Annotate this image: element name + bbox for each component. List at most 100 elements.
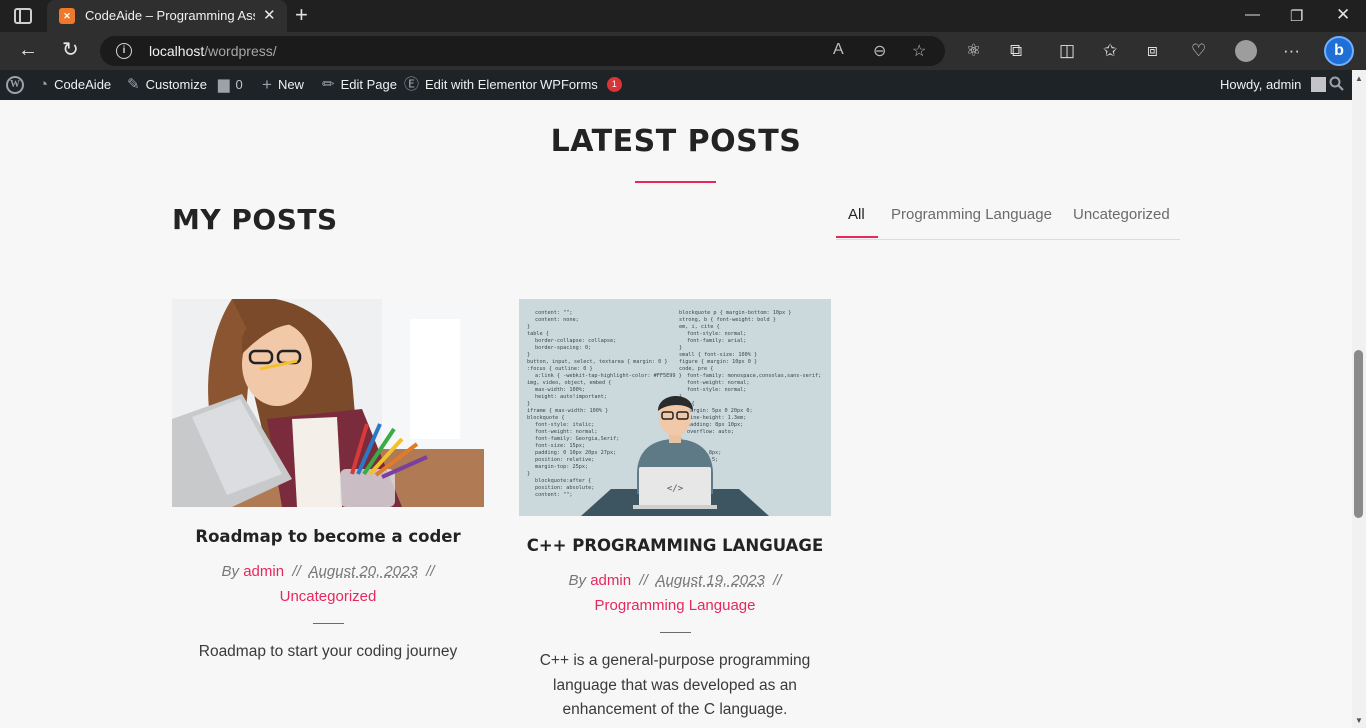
edit-elementor-label: Edit with Elementor — [425, 77, 538, 92]
read-aloud-icon[interactable]: A — [833, 41, 844, 59]
adminbar-edit-elementor[interactable]: Ⓔ Edit with Elementor — [404, 77, 537, 92]
code-line: table { — [527, 331, 549, 337]
post-meta: By admin // August 19, 2023 // Programmi… — [519, 569, 831, 618]
category-link[interactable]: Uncategorized — [172, 585, 484, 609]
post-title[interactable]: C++ PROGRAMMING LANGUAGE — [519, 536, 831, 555]
user-avatar-icon — [1311, 77, 1327, 92]
pencil-icon: ✏ — [322, 76, 335, 93]
adminbar-new[interactable]: + New — [262, 75, 304, 94]
browser-tab[interactable]: ✕ CodeAide – Programming Assista ✕ — [47, 0, 287, 32]
split-screen-icon[interactable]: ◫ — [1059, 41, 1075, 61]
post-filter-tabs: All Programming Language Uncategorized — [836, 198, 1180, 240]
scroll-down-icon[interactable]: ▼ — [1355, 716, 1363, 725]
window-close-icon[interactable]: ✕ — [1336, 5, 1350, 25]
adminbar-site-name[interactable]: ◔ CodeAide — [39, 77, 111, 92]
extensions-puzzle-icon[interactable]: ⧉ — [1010, 41, 1022, 61]
browser-essentials-icon[interactable]: ♡ — [1191, 41, 1206, 61]
code-line: overflow: auto; — [687, 429, 734, 435]
tab-close-icon[interactable]: ✕ — [263, 6, 276, 24]
code-line: padding: 8px 10px; — [687, 422, 743, 428]
profile-avatar-icon[interactable] — [1235, 40, 1257, 62]
howdy-label: Howdy, admin — [1220, 77, 1302, 92]
meta-separator: // — [639, 572, 648, 589]
meta-separator: // — [292, 563, 301, 580]
post-excerpt: C++ is a general-purpose programming lan… — [539, 652, 811, 718]
wpforms-badge: 1 — [606, 77, 622, 92]
post-date: August 20, 2023 — [308, 563, 418, 580]
zoom-out-icon[interactable]: ⊖ — [873, 41, 886, 61]
address-bar[interactable]: i localhost/wordpress/ A ⊖ ☆ — [100, 36, 945, 66]
code-line: position: relative; — [535, 457, 594, 463]
bing-copilot-icon[interactable]: b — [1324, 36, 1354, 66]
code-line: small { font-size: 100% } — [679, 352, 757, 358]
my-posts-heading: MY POSTS — [172, 203, 338, 236]
post-thumbnail[interactable] — [172, 299, 484, 507]
code-line: font-family: monospace,consolas,sans-ser… — [687, 373, 821, 379]
adminbar-wpforms[interactable]: WPForms 1 — [540, 77, 622, 92]
tab-actions-icon[interactable] — [14, 8, 32, 24]
code-line: figure { margin: 10px 0 } — [679, 359, 757, 365]
plus-icon: + — [262, 75, 272, 94]
post-title[interactable]: Roadmap to become a coder — [172, 527, 484, 546]
code-line: strong, b { font-weight: bold } — [679, 317, 776, 323]
collections-icon[interactable]: ⧈ — [1147, 41, 1158, 61]
by-label: By — [221, 563, 240, 580]
filter-programming-language[interactable]: Programming Language — [891, 206, 1052, 223]
code-line: em, i, cite { — [679, 324, 720, 330]
code-line: margin: 5px 0 20px 0; — [687, 408, 753, 414]
meta-separator: // — [773, 572, 782, 589]
adminbar-my-account[interactable]: Howdy, admin — [1220, 77, 1327, 92]
code-line: font-family: Georgia,Serif; — [535, 436, 619, 442]
comment-icon: ▆ — [218, 76, 230, 93]
post-thumbnail[interactable]: content: ""; content: none;} table {border… — [519, 299, 831, 516]
restore-icon[interactable]: ❐ — [1290, 7, 1303, 25]
site-name-label: CodeAide — [54, 77, 112, 92]
code-line: } — [527, 471, 530, 477]
page-content: LATEST POSTS MY POSTS All Programming La… — [0, 100, 1352, 728]
code-line: button, input, select, textarea { margin… — [527, 359, 668, 365]
wordpress-logo-icon[interactable]: W — [6, 76, 24, 94]
filter-uncategorized[interactable]: Uncategorized — [1073, 206, 1170, 223]
code-line: font-size: 15px; — [535, 443, 585, 449]
category-link[interactable]: Programming Language — [519, 594, 831, 618]
refresh-icon[interactable]: ↻ — [62, 40, 79, 60]
code-line: a:link { -webkit-tap-highlight-color: #F… — [535, 373, 682, 379]
adminbar-customize[interactable]: ✎ Customize — [127, 77, 207, 92]
minimize-icon[interactable]: — — [1245, 6, 1260, 23]
by-label: By — [568, 572, 587, 589]
code-line: code, pre { — [679, 366, 713, 372]
code-line: blockquote p { margin-bottom: 10px } — [679, 310, 791, 316]
more-menu-icon[interactable]: ··· — [1283, 41, 1300, 61]
scroll-up-icon[interactable]: ▲ — [1355, 74, 1363, 83]
extension-atom-icon[interactable]: ⚛ — [966, 41, 981, 61]
page-scrollbar[interactable]: ▲ ▼ — [1352, 70, 1366, 728]
code-line: font-style: italic; — [535, 422, 594, 428]
code-line: blockquote { — [527, 415, 564, 421]
scrollbar-thumb[interactable] — [1354, 350, 1363, 518]
url-text[interactable]: localhost/wordpress/ — [149, 43, 277, 59]
latest-posts-heading: LATEST POSTS — [550, 124, 802, 159]
new-tab-icon[interactable]: + — [295, 3, 308, 27]
adminbar-search-icon[interactable] — [1329, 76, 1344, 91]
code-line: border-spacing: 0; — [535, 345, 591, 351]
dashboard-icon: ◔ — [39, 76, 49, 93]
browser-tab-bar: ✕ CodeAide – Programming Assista ✕ + — ❐… — [0, 0, 1366, 32]
back-icon[interactable]: ← — [18, 40, 38, 60]
excerpt-divider — [312, 623, 344, 624]
code-line: } — [527, 352, 530, 358]
new-label: New — [277, 77, 304, 92]
author-link[interactable]: admin — [243, 563, 284, 580]
code-line: blockquote:after { — [535, 478, 591, 484]
code-line: iframe { max-width: 100% } — [527, 408, 608, 414]
excerpt-divider — [659, 632, 691, 633]
code-line: max-width: 100%; — [535, 387, 585, 393]
favorite-star-icon[interactable]: ☆ — [912, 41, 926, 61]
adminbar-comments[interactable]: ▆ 0 — [218, 77, 243, 92]
author-link[interactable]: admin — [590, 572, 631, 589]
comments-count: 0 — [235, 77, 243, 92]
code-line: font-family: arial; — [687, 338, 746, 344]
site-info-icon[interactable]: i — [116, 43, 132, 59]
adminbar-edit-page[interactable]: ✏ Edit Page — [322, 77, 397, 92]
favorites-icon[interactable]: ✩ — [1103, 41, 1117, 61]
filter-all[interactable]: All — [848, 206, 865, 223]
